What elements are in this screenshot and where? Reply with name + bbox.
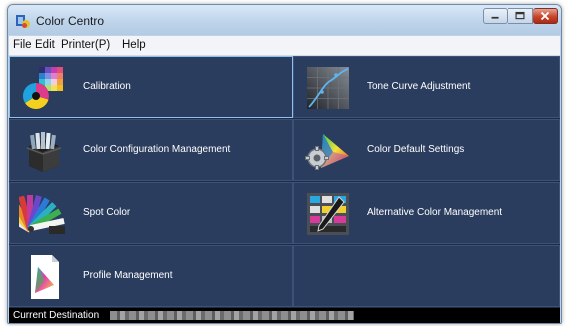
tone-curve-icon xyxy=(307,67,349,109)
tile-color-default-settings[interactable]: Color Default Settings xyxy=(293,119,560,181)
maximize-icon xyxy=(515,11,525,20)
tile-tone-curve-adjustment[interactable]: Tone Curve Adjustment xyxy=(293,56,560,118)
color-default-settings-icon xyxy=(305,134,349,170)
profile-management-icon xyxy=(31,255,59,299)
color-configuration-icon xyxy=(26,132,62,172)
tile-calibration[interactable]: Calibration xyxy=(9,56,293,118)
alternative-color-icon xyxy=(307,193,349,235)
close-icon xyxy=(540,11,550,21)
function-grid: Calibration Tone Curve Adjustment Color … xyxy=(9,56,560,308)
tile-label: Color Configuration Management xyxy=(83,144,231,155)
current-destination-value xyxy=(110,311,354,320)
tile-label: Alternative Color Management xyxy=(367,207,503,218)
maximize-button[interactable] xyxy=(508,8,533,24)
menu-help[interactable]: Help xyxy=(122,39,146,51)
calibration-icon xyxy=(22,67,63,110)
window-title: Color Centro xyxy=(36,14,105,28)
tile-alternative-color-management[interactable]: Alternative Color Management xyxy=(293,182,560,244)
spot-color-icon xyxy=(19,195,65,234)
tile-label: Tone Curve Adjustment xyxy=(367,81,471,92)
tile-label: Color Default Settings xyxy=(367,144,465,155)
tile-color-configuration-management[interactable]: Color Configuration Management xyxy=(9,119,293,181)
tile-profile-management[interactable]: Profile Management xyxy=(9,245,293,307)
tile-label: Spot Color xyxy=(83,207,131,218)
current-destination-label: Current Destination xyxy=(13,310,100,321)
minimize-icon xyxy=(491,16,499,19)
menu-file[interactable]: File xyxy=(13,39,32,51)
empty-tile xyxy=(293,245,560,307)
title-bar[interactable]: Color Centro xyxy=(8,5,561,35)
menu-bar: File Edit Printer(P) Help xyxy=(9,36,560,56)
app-window: Color Centro File Edit Printer(P) Help C… xyxy=(7,4,562,324)
close-button[interactable] xyxy=(533,8,558,24)
app-icon xyxy=(16,15,30,28)
tile-spot-color[interactable]: Spot Color xyxy=(9,182,293,244)
minimize-button[interactable] xyxy=(483,8,508,24)
menu-edit[interactable]: Edit xyxy=(35,39,55,51)
menu-printer[interactable]: Printer(P) xyxy=(61,39,110,51)
tile-label: Calibration xyxy=(83,81,131,92)
status-bar: Current Destination xyxy=(9,308,560,323)
tile-label: Profile Management xyxy=(83,270,173,281)
